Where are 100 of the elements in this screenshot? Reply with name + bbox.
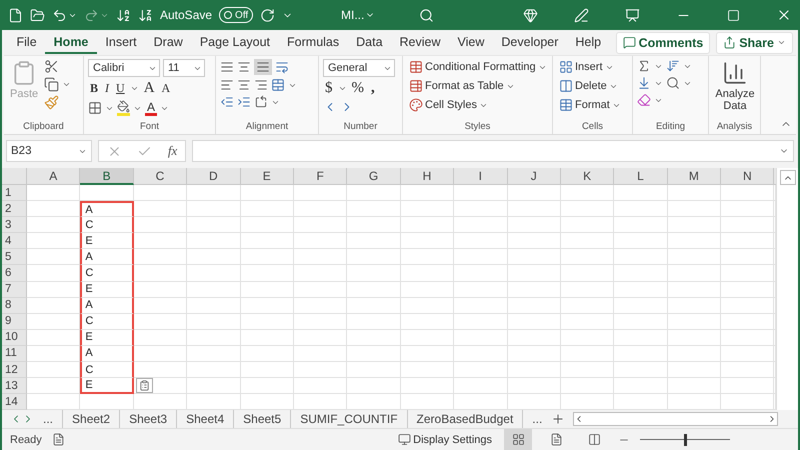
table-cell[interactable] (614, 298, 668, 314)
table-cell[interactable] (614, 249, 668, 266)
zoom-thumb[interactable] (684, 434, 686, 446)
table-cell[interactable] (27, 185, 80, 202)
table-cell[interactable] (454, 201, 508, 218)
table-cell[interactable] (721, 362, 774, 378)
row-header[interactable]: 1 (2, 185, 27, 202)
table-cell[interactable] (400, 217, 454, 234)
table-cell[interactable] (508, 298, 561, 314)
table-cell[interactable] (614, 217, 668, 234)
table-cell[interactable] (614, 314, 668, 330)
table-cell[interactable] (27, 346, 80, 362)
table-cell[interactable] (454, 217, 508, 234)
table-cell[interactable] (27, 362, 80, 378)
table-cell[interactable] (668, 330, 722, 346)
table-cell[interactable] (134, 185, 188, 202)
table-cell[interactable] (614, 362, 668, 378)
ribbon-tab[interactable]: View (449, 31, 493, 54)
table-cell[interactable] (347, 201, 401, 218)
table-cell[interactable] (508, 282, 561, 298)
document-title[interactable]: MI... (341, 8, 376, 22)
font-name-field[interactable]: Calibri (88, 59, 160, 77)
paste-options-icon[interactable] (136, 378, 153, 394)
table-cell[interactable] (560, 201, 614, 218)
table-cell[interactable] (187, 298, 241, 314)
table-cell[interactable] (400, 201, 454, 218)
table-cell[interactable] (560, 378, 614, 394)
table-cell[interactable] (560, 314, 614, 330)
table-cell[interactable] (614, 282, 668, 298)
table-cell[interactable]: E (80, 233, 134, 250)
table-cell[interactable] (240, 330, 294, 346)
table-cell[interactable] (347, 185, 401, 202)
ribbon-tab[interactable]: Insert (96, 31, 146, 54)
ribbon-tab[interactable]: Data (348, 31, 392, 54)
table-cell[interactable] (668, 346, 722, 362)
ribbon-tab[interactable]: Formulas (278, 31, 348, 54)
table-cell[interactable] (721, 314, 774, 330)
refresh-icon[interactable] (260, 8, 276, 22)
table-cell[interactable] (294, 185, 348, 202)
table-cell[interactable]: A (80, 201, 134, 218)
table-cell[interactable] (347, 362, 401, 378)
table-cell[interactable] (614, 378, 668, 394)
styles-command[interactable]: Format as Table (407, 78, 549, 94)
table-cell[interactable] (27, 265, 80, 282)
table-cell[interactable] (187, 314, 241, 330)
row-header[interactable]: 10 (2, 330, 27, 346)
table-cell[interactable] (27, 249, 80, 266)
table-cell[interactable] (347, 233, 401, 250)
cells-command[interactable]: Insert (557, 59, 623, 75)
table-cell[interactable] (614, 201, 668, 218)
table-cell[interactable] (240, 298, 294, 314)
table-cell[interactable] (668, 298, 722, 314)
column-header[interactable]: J (508, 168, 561, 185)
increase-indent-icon[interactable] (237, 95, 251, 109)
table-cell[interactable] (508, 362, 561, 378)
table-cell[interactable] (400, 282, 454, 298)
table-cell[interactable] (187, 346, 241, 362)
table-cell[interactable] (508, 233, 561, 250)
table-cell[interactable] (454, 362, 508, 378)
table-cell[interactable] (668, 217, 722, 234)
table-cell[interactable] (508, 314, 561, 330)
bold-button[interactable]: B (88, 81, 100, 96)
fill-color-button[interactable] (117, 100, 130, 116)
column-header[interactable]: D (187, 168, 241, 185)
table-cell[interactable] (294, 298, 348, 314)
table-cell[interactable] (400, 249, 454, 266)
table-cell[interactable] (560, 362, 614, 378)
table-cell[interactable] (560, 298, 614, 314)
caret-icon[interactable] (338, 84, 346, 93)
table-cell[interactable] (294, 265, 348, 282)
table-cell[interactable] (187, 265, 241, 282)
table-cell[interactable] (614, 265, 668, 282)
align-bottom-button[interactable] (254, 59, 272, 75)
table-cell[interactable] (454, 298, 508, 314)
table-cell[interactable] (508, 346, 561, 362)
table-cell[interactable] (454, 314, 508, 330)
table-cell[interactable] (240, 265, 294, 282)
table-cell[interactable] (454, 233, 508, 250)
find-icon[interactable] (666, 76, 680, 90)
normal-view-button[interactable] (504, 429, 532, 450)
table-cell[interactable]: A (80, 298, 134, 314)
table-cell[interactable] (508, 265, 561, 282)
formula-field[interactable] (192, 140, 794, 162)
redo-button[interactable] (84, 8, 109, 22)
table-cell[interactable] (454, 346, 508, 362)
row-header[interactable]: 8 (2, 298, 27, 314)
table-cell[interactable] (508, 249, 561, 266)
table-cell[interactable] (134, 330, 188, 346)
caret-icon[interactable] (130, 84, 139, 93)
font-color-button[interactable]: A (145, 100, 158, 116)
table-cell[interactable] (454, 282, 508, 298)
number-format-field[interactable]: General (323, 59, 395, 77)
column-header[interactable]: A (27, 168, 80, 185)
table-cell[interactable] (240, 362, 294, 378)
scroll-up-button[interactable] (780, 170, 796, 185)
table-cell[interactable] (294, 346, 348, 362)
table-cell[interactable] (187, 362, 241, 378)
align-top-icon[interactable] (220, 60, 234, 74)
column-header[interactable]: M (668, 168, 722, 185)
table-cell[interactable] (347, 314, 401, 330)
